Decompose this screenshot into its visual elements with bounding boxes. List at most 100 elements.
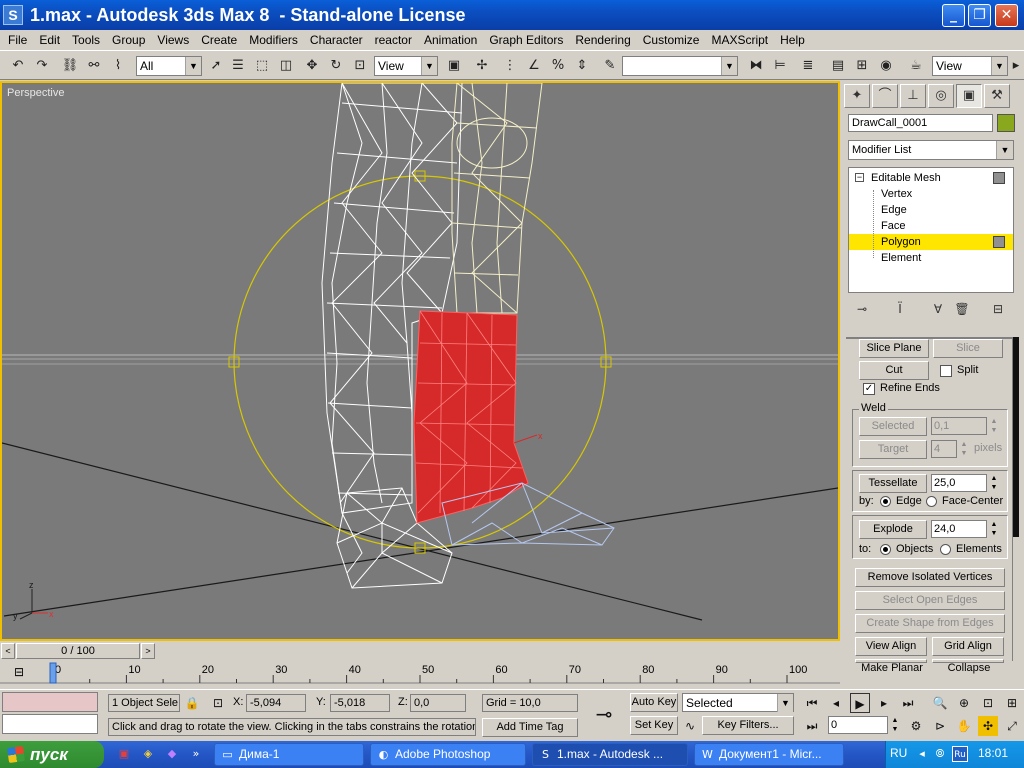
spinner-arrows-icon[interactable]: ▲ ▼ [988, 520, 1000, 538]
weld-target-spinner[interactable]: 4 ▲ ▼ [931, 440, 967, 458]
collapse-icon[interactable]: − [855, 173, 864, 182]
zoom-extents-icon[interactable]: ⊡ [978, 693, 998, 713]
create-tab-icon[interactable]: ✦ [844, 84, 870, 108]
explode-angle-spinner[interactable]: 24,0 ▲ ▼ [931, 520, 997, 538]
rectangular-selection-icon[interactable]: ⬚ [252, 56, 272, 76]
menu-file[interactable]: File [2, 30, 33, 50]
schematic-view-icon[interactable]: ⊞ [852, 56, 872, 76]
layer-manager-icon[interactable]: ≣ [798, 56, 818, 76]
unlink-icon[interactable]: ⚯ [84, 56, 104, 76]
menu-modifiers[interactable]: Modifiers [243, 30, 304, 50]
select-object-icon[interactable]: ➚ [206, 56, 226, 76]
select-and-scale-icon[interactable]: ⊡ [350, 56, 370, 76]
select-and-manipulate-icon[interactable]: ✢ [472, 56, 492, 76]
select-by-name-icon[interactable]: ☰ [228, 56, 248, 76]
collapse-button[interactable]: Collapse [932, 659, 1004, 674]
redo-icon[interactable]: ↷ [32, 56, 52, 76]
set-key-button[interactable]: Set Key [630, 716, 678, 735]
zoom-all-icon[interactable]: ⊕ [954, 693, 974, 713]
explode-elements-radio[interactable] [940, 544, 951, 555]
play-icon[interactable]: ▶ [850, 693, 870, 713]
maximize-viewport-icon[interactable]: ⤢ [1002, 716, 1022, 736]
arc-rotate-icon[interactable]: ✣ [978, 716, 998, 736]
explode-objects-radio[interactable] [880, 544, 891, 555]
menu-graph-editors[interactable]: Graph Editors [483, 30, 569, 50]
language-bar-icon[interactable]: Ru [952, 746, 968, 762]
split-checkbox[interactable] [940, 365, 952, 377]
tessellate-tension-spinner[interactable]: 25,0 ▲ ▼ [931, 474, 997, 492]
language-indicator[interactable]: RU [890, 746, 907, 760]
viewport-label[interactable]: Perspective [7, 87, 64, 99]
next-frame-icon[interactable]: ▸ [874, 693, 894, 713]
app-icon[interactable]: S [3, 5, 23, 25]
make-unique-icon[interactable]: ∀ [928, 299, 948, 319]
menu-tools[interactable]: Tools [66, 30, 106, 50]
show-end-result-icon[interactable]: Ϊ [890, 299, 910, 319]
motion-tab-icon[interactable]: ◎ [928, 84, 954, 108]
right-leg-wireframe[interactable] [451, 83, 543, 314]
perspective-viewport[interactable]: x z x y Perspective [0, 81, 840, 641]
weld-target-button[interactable]: Target [859, 440, 927, 459]
maxscript-listener-mini[interactable] [2, 692, 98, 712]
undo-icon[interactable]: ↶ [8, 56, 28, 76]
quicklaunch-app-icon[interactable]: ◈ [140, 746, 156, 762]
z-coord-field[interactable]: 0,0 [410, 694, 466, 712]
edit-named-selections-icon[interactable]: ✎ [600, 56, 620, 76]
menu-help[interactable]: Help [774, 30, 811, 50]
task-folder[interactable]: ▭ Дима-1 [214, 743, 364, 766]
menu-create[interactable]: Create [195, 30, 243, 50]
menu-group[interactable]: Group [106, 30, 151, 50]
object-color-swatch[interactable] [997, 114, 1015, 132]
mini-curve-editor-icon[interactable]: ⊟ [14, 665, 24, 679]
pin-stack-icon[interactable]: ⊸ [852, 299, 872, 319]
slice-button[interactable]: Slice [933, 339, 1003, 358]
refine-ends-checkbox[interactable]: ✓ [863, 383, 875, 395]
start-button[interactable]: пуск [0, 741, 104, 768]
material-editor-icon[interactable]: ◉ [876, 56, 896, 76]
reference-coordinate-dropdown[interactable]: View ▼ [374, 56, 438, 76]
go-to-end-icon[interactable]: ⏭ [898, 693, 918, 713]
spinner-arrows-icon[interactable]: ▲ ▼ [988, 417, 1000, 435]
menu-rendering[interactable]: Rendering [569, 30, 636, 50]
menu-customize[interactable]: Customize [637, 30, 706, 50]
spinner-arrows-icon[interactable]: ▲ ▼ [988, 474, 1000, 492]
zoom-icon[interactable]: 🔍 [930, 693, 950, 713]
task-3dsmax[interactable]: S 1.max - Autodesk ... [532, 743, 688, 766]
pan-icon[interactable]: ✋ [954, 716, 974, 736]
hierarchy-tab-icon[interactable]: ⊥ [900, 84, 926, 108]
stack-root-toggle[interactable] [993, 172, 1005, 184]
quick-render-icon[interactable]: ▸ [1010, 56, 1022, 76]
modify-tab-icon[interactable]: ⌒ [872, 84, 898, 108]
add-time-tag-button[interactable]: Add Time Tag [482, 718, 578, 737]
key-filters-button[interactable]: Key Filters... [702, 716, 794, 735]
weld-threshold-spinner[interactable]: 0,1 ▲ ▼ [931, 417, 997, 435]
zoom-extents-all-icon[interactable]: ⊞ [1002, 693, 1022, 713]
selected-polygons[interactable] [413, 310, 529, 524]
curve-editor-icon[interactable]: ▤ [828, 56, 848, 76]
quicklaunch-app-icon[interactable]: ▣ [116, 746, 132, 762]
maxscript-input[interactable] [2, 714, 98, 734]
tessellate-face-center-radio[interactable] [926, 496, 937, 507]
panel-scrollbar-thumb[interactable] [1013, 337, 1019, 537]
render-type-dropdown[interactable]: View ▼ [932, 56, 1008, 76]
snap-toggle-icon[interactable]: ⋮ [500, 56, 520, 76]
remove-isolated-vertices-button[interactable]: Remove Isolated Vertices [855, 568, 1005, 587]
stack-item-toggle[interactable] [993, 236, 1005, 248]
selection-filter-dropdown[interactable]: All ▼ [136, 56, 202, 76]
lock-icon[interactable]: 🔒 [182, 693, 202, 713]
grid-align-button[interactable]: Grid Align [932, 637, 1004, 656]
menu-reactor[interactable]: reactor [369, 30, 418, 50]
go-to-start-icon[interactable]: ⏮ [802, 693, 822, 713]
slice-plane-button[interactable]: Slice Plane [859, 339, 929, 358]
close-button[interactable]: ✕ [995, 4, 1018, 27]
menu-views[interactable]: Views [151, 30, 195, 50]
configure-modifier-sets-icon[interactable]: ⊟ [988, 299, 1008, 319]
tray-collapse-icon[interactable]: ◂ [914, 746, 930, 762]
menu-maxscript[interactable]: MAXScript [705, 30, 774, 50]
make-planar-button[interactable]: Make Planar [855, 659, 927, 674]
cut-button[interactable]: Cut [859, 361, 929, 380]
transform-mode-icon[interactable]: ⊡ [208, 693, 228, 713]
tessellate-button[interactable]: Tessellate [859, 474, 927, 493]
stack-root-editable-mesh[interactable]: − Editable Mesh [849, 170, 1013, 186]
view-align-button[interactable]: View Align [855, 637, 927, 656]
